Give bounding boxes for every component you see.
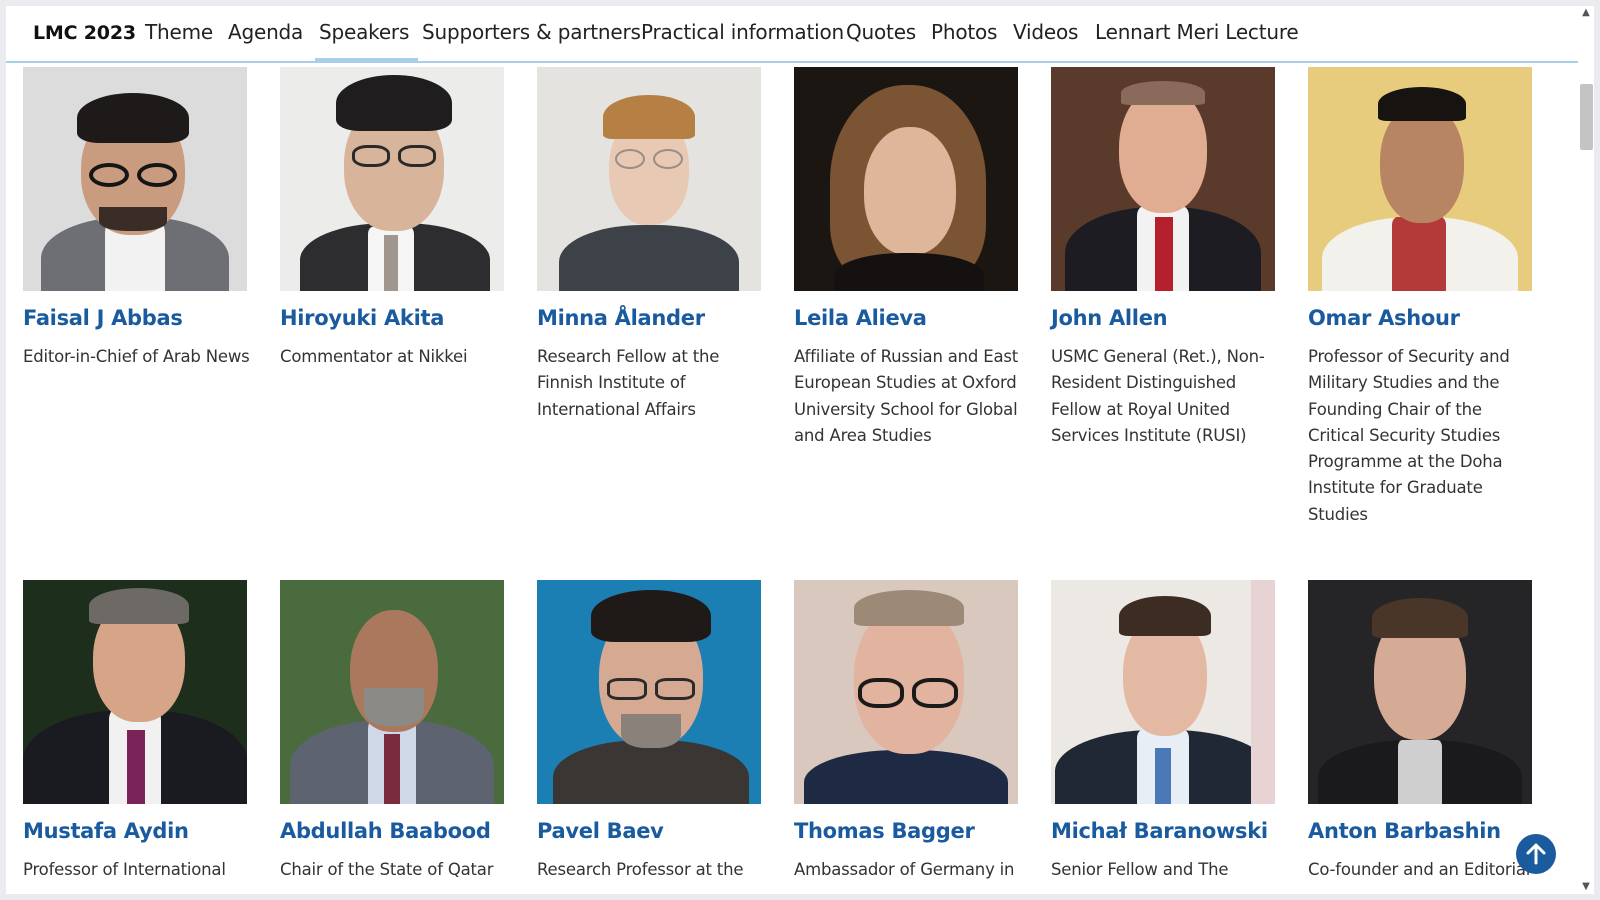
speaker-role: Senior Fellow and The xyxy=(1051,860,1229,879)
nav-item-quotes[interactable]: Quotes xyxy=(846,20,916,44)
speaker-photo[interactable] xyxy=(23,580,247,804)
nav-item-supporters-partners[interactable]: Supporters & partners xyxy=(422,20,641,44)
speaker-photo[interactable] xyxy=(280,580,504,804)
speaker-name[interactable]: Thomas Bagger xyxy=(794,819,975,843)
nav-item-theme[interactable]: Theme xyxy=(145,20,213,44)
speaker-photo[interactable] xyxy=(794,580,1018,804)
speaker-name[interactable]: Anton Barbashin xyxy=(1308,819,1501,843)
speaker-name[interactable]: Omar Ashour xyxy=(1308,306,1460,330)
nav-underline xyxy=(6,61,1578,63)
speaker-card[interactable]: Michał Baranowski Senior Fellow and The xyxy=(1051,580,1275,879)
nav-item-lennart-meri-lecture[interactable]: Lennart Meri Lecture xyxy=(1095,20,1299,44)
speaker-role: Research Fellow at the Finnish Institute… xyxy=(537,347,720,419)
speaker-name[interactable]: Mustafa Aydin xyxy=(23,819,189,843)
speaker-card[interactable]: Mustafa Aydin Professor of International xyxy=(23,580,247,879)
speaker-photo[interactable] xyxy=(794,67,1018,291)
speaker-role: USMC General (Ret.), Non-Resident Distin… xyxy=(1051,347,1265,445)
speaker-photo[interactable] xyxy=(23,67,247,291)
speaker-card[interactable]: Anton Barbashin Co-founder and an Editor… xyxy=(1308,580,1532,879)
back-to-top-button[interactable] xyxy=(1516,834,1556,874)
nav-item-videos[interactable]: Videos xyxy=(1013,20,1078,44)
speaker-role: Research Professor at the xyxy=(537,860,744,879)
speaker-name[interactable]: John Allen xyxy=(1051,306,1168,330)
speaker-card[interactable]: Hiroyuki Akita Commentator at Nikkei xyxy=(280,67,504,366)
speaker-role: Chair of the State of Qatar xyxy=(280,860,494,879)
speaker-name[interactable]: Hiroyuki Akita xyxy=(280,306,444,330)
speaker-card[interactable]: Abdullah Baabood Chair of the State of Q… xyxy=(280,580,504,879)
speaker-photo[interactable] xyxy=(1051,67,1275,291)
speaker-card[interactable]: Minna Ålander Research Fellow at the Fin… xyxy=(537,67,761,419)
speaker-role: Editor-in-Chief of Arab News xyxy=(23,347,250,366)
nav-brand[interactable]: LMC 2023 xyxy=(33,22,136,44)
speaker-card[interactable]: Leila Alieva Affiliate of Russian and Ea… xyxy=(794,67,1018,445)
speaker-role: Ambassador of Germany in xyxy=(794,860,1015,879)
nav-active-indicator xyxy=(315,58,418,63)
speaker-card[interactable]: Omar Ashour Professor of Security and Mi… xyxy=(1308,67,1532,524)
speaker-name[interactable]: Faisal J Abbas xyxy=(23,306,183,330)
speaker-card[interactable]: Faisal J Abbas Editor-in-Chief of Arab N… xyxy=(23,67,250,366)
speaker-name[interactable]: Pavel Baev xyxy=(537,819,664,843)
scroll-down-arrow-icon[interactable]: ▼ xyxy=(1581,882,1591,892)
speaker-name[interactable]: Abdullah Baabood xyxy=(280,819,491,843)
nav-item-photos[interactable]: Photos xyxy=(931,20,997,44)
speaker-role: Professor of International xyxy=(23,860,226,879)
speaker-role: Professor of Security and Military Studi… xyxy=(1308,347,1510,524)
speaker-card[interactable]: Thomas Bagger Ambassador of Germany in xyxy=(794,580,1018,879)
speaker-card[interactable]: John Allen USMC General (Ret.), Non-Resi… xyxy=(1051,67,1275,445)
speaker-name[interactable]: Michał Baranowski xyxy=(1051,819,1268,843)
speaker-name[interactable]: Leila Alieva xyxy=(794,306,927,330)
speaker-photo[interactable] xyxy=(1308,580,1532,804)
browser-viewport: Faisal J Abbas Editor-in-Chief of Arab N… xyxy=(6,6,1578,894)
nav-item-speakers[interactable]: Speakers xyxy=(319,20,409,44)
speaker-role: Commentator at Nikkei xyxy=(280,347,468,366)
speaker-photo[interactable] xyxy=(537,580,761,804)
nav-item-practical-information[interactable]: Practical information xyxy=(641,20,844,44)
speaker-card[interactable]: Pavel Baev Research Professor at the xyxy=(537,580,761,879)
top-navigation: LMC 2023 Theme Agenda Speakers Supporter… xyxy=(6,6,1578,63)
speaker-photo[interactable] xyxy=(1051,580,1275,804)
nav-item-agenda[interactable]: Agenda xyxy=(228,20,303,44)
speaker-photo[interactable] xyxy=(537,67,761,291)
speaker-photo[interactable] xyxy=(1308,67,1532,291)
speaker-name[interactable]: Minna Ålander xyxy=(537,306,705,330)
arrow-up-icon xyxy=(1526,843,1546,865)
scrollbar-thumb[interactable] xyxy=(1580,84,1593,150)
speaker-role: Affiliate of Russian and East European S… xyxy=(794,347,1019,445)
speaker-role: Co-founder and an Editorial xyxy=(1308,860,1531,879)
scroll-up-arrow-icon[interactable]: ▲ xyxy=(1581,8,1591,18)
speaker-photo[interactable] xyxy=(280,67,504,291)
